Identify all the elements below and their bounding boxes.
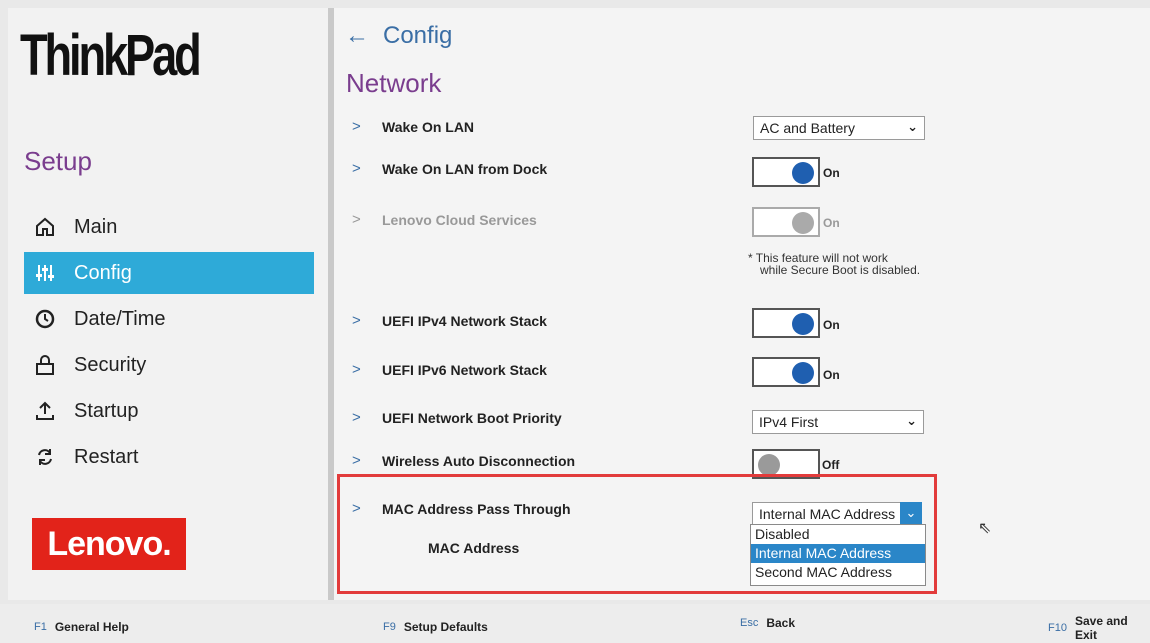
key-action: Back xyxy=(766,616,796,630)
chevron-right-icon: > xyxy=(352,160,361,177)
lenovo-cloud-toggle xyxy=(752,207,820,237)
home-icon xyxy=(30,214,60,240)
chevron-right-icon: > xyxy=(352,452,361,469)
toggle-knob xyxy=(792,212,814,234)
select-value: IPv4 First xyxy=(759,414,819,430)
key-action: Setup Defaults xyxy=(403,620,488,634)
back-arrow-icon: ← xyxy=(345,22,369,49)
sidebar-nav: Main Config Date/Time Security Startup R… xyxy=(24,206,314,482)
setting-wake-on-lan[interactable]: > Wake On LAN xyxy=(352,118,474,135)
divider xyxy=(328,8,334,600)
mac-pass-through-select[interactable]: Internal MAC Address ⌄ xyxy=(752,502,922,526)
clock-icon xyxy=(30,306,60,332)
footer-defaults[interactable]: F9 Setup Defaults xyxy=(383,620,488,634)
back-label: Config xyxy=(383,22,453,49)
chevron-down-icon: ⌄ xyxy=(907,119,918,134)
toggle-state: On xyxy=(823,368,840,382)
boot-priority-select[interactable]: IPv4 First ⌄ xyxy=(752,410,924,434)
key-label: F1 xyxy=(34,621,47,633)
setting-mac-pass-through[interactable]: > MAC Address Pass Through xyxy=(352,500,571,517)
refresh-icon xyxy=(30,444,60,470)
lenovo-logo: Lenovo. xyxy=(32,518,186,570)
sidebar-item-datetime[interactable]: Date/Time xyxy=(24,298,314,340)
setting-wake-on-lan-dock[interactable]: > Wake On LAN from Dock xyxy=(352,160,547,177)
key-action: General Help xyxy=(54,620,129,634)
wake-on-lan-select[interactable]: AC and Battery ⌄ xyxy=(753,116,925,140)
key-action: Save and Exit xyxy=(1074,614,1128,642)
thinkpad-logo: ThinkPad xyxy=(20,23,202,88)
toggle-knob xyxy=(792,362,814,384)
footer-bar: F1 General Help F9 Setup Defaults Esc Ba… xyxy=(0,604,1150,643)
chevron-right-icon: > xyxy=(352,211,361,228)
setting-label: MAC Address Pass Through xyxy=(382,500,571,517)
toggle-state: On xyxy=(823,216,840,230)
setting-boot-priority[interactable]: > UEFI Network Boot Priority xyxy=(352,409,562,426)
setting-ipv6[interactable]: > UEFI IPv6 Network Stack xyxy=(352,361,547,378)
page-title: Network xyxy=(346,68,442,98)
sidebar-item-restart[interactable]: Restart xyxy=(24,436,314,478)
secure-boot-note: * This feature will not work while Secur… xyxy=(748,252,920,276)
chevron-right-icon: > xyxy=(352,500,361,517)
chevron-right-icon: > xyxy=(352,409,361,426)
toggle-state: Off xyxy=(822,458,840,472)
setting-label: Wireless Auto Disconnection xyxy=(382,452,576,469)
footer-back[interactable]: Esc Back xyxy=(740,616,795,630)
toggle-knob xyxy=(758,454,780,476)
footer-help[interactable]: F1 General Help xyxy=(34,620,129,634)
sidebar-item-config[interactable]: Config xyxy=(24,252,314,294)
setting-label: Wake On LAN from Dock xyxy=(382,160,548,177)
key-label: F9 xyxy=(383,621,396,633)
ipv6-toggle[interactable] xyxy=(752,357,820,387)
dropdown-option-internal[interactable]: Internal MAC Address xyxy=(751,544,925,563)
dropdown-option-second[interactable]: Second MAC Address xyxy=(751,563,925,582)
key-label: Esc xyxy=(740,617,759,629)
select-value: AC and Battery xyxy=(760,120,855,136)
wake-on-lan-dock-toggle[interactable] xyxy=(752,157,820,187)
sidebar-item-label: Date/Time xyxy=(74,307,166,330)
toggle-knob xyxy=(792,162,814,184)
setting-label: UEFI IPv4 Network Stack xyxy=(382,312,547,329)
sidebar: ThinkPad Setup Main Config Date/Time Sec… xyxy=(8,8,328,600)
chevron-down-icon: ⌄ xyxy=(900,502,922,526)
setting-label: Lenovo Cloud Services xyxy=(382,211,537,228)
footer-save-exit[interactable]: F10 Save and Exit xyxy=(1048,614,1150,642)
setting-mac-address: MAC Address xyxy=(428,540,519,556)
setting-wireless-auto[interactable]: > Wireless Auto Disconnection xyxy=(352,452,575,469)
sidebar-item-label: Config xyxy=(74,261,132,284)
note-line-2: while Secure Boot is disabled. xyxy=(760,263,921,277)
lock-icon xyxy=(30,352,60,378)
setting-label: Wake On LAN xyxy=(382,118,475,135)
sidebar-item-startup[interactable]: Startup xyxy=(24,390,314,432)
setting-label: UEFI Network Boot Priority xyxy=(382,409,562,426)
mac-pass-through-dropdown: Disabled Internal MAC Address Second MAC… xyxy=(750,524,926,586)
setting-lenovo-cloud: > Lenovo Cloud Services xyxy=(352,211,537,228)
chevron-right-icon: > xyxy=(352,361,361,378)
sidebar-item-label: Security xyxy=(74,353,147,376)
setting-ipv4[interactable]: > UEFI IPv4 Network Stack xyxy=(352,312,547,329)
setup-title: Setup xyxy=(24,146,92,176)
chevron-right-icon: > xyxy=(352,312,361,329)
key-label: F10 xyxy=(1048,622,1067,634)
chevron-right-icon: > xyxy=(352,118,361,135)
toggle-state: On xyxy=(823,166,840,180)
sidebar-item-label: Main xyxy=(74,215,118,238)
dropdown-option-disabled[interactable]: Disabled xyxy=(751,525,925,544)
upload-icon xyxy=(30,398,60,424)
sidebar-item-label: Startup xyxy=(74,399,139,422)
toggle-knob xyxy=(792,313,814,335)
setting-label: MAC Address xyxy=(428,540,520,556)
setting-label: UEFI IPv6 Network Stack xyxy=(382,361,547,378)
select-value: Internal MAC Address xyxy=(759,506,896,522)
mouse-pointer-icon: ⇖ xyxy=(978,520,992,537)
sidebar-item-security[interactable]: Security xyxy=(24,344,314,386)
sidebar-item-main[interactable]: Main xyxy=(24,206,314,248)
ipv4-toggle[interactable] xyxy=(752,308,820,338)
toggle-state: On xyxy=(823,318,840,332)
sliders-icon xyxy=(30,260,60,286)
chevron-down-icon: ⌄ xyxy=(906,413,917,428)
sidebar-item-label: Restart xyxy=(74,445,139,468)
back-link[interactable]: ← Config xyxy=(345,22,452,50)
